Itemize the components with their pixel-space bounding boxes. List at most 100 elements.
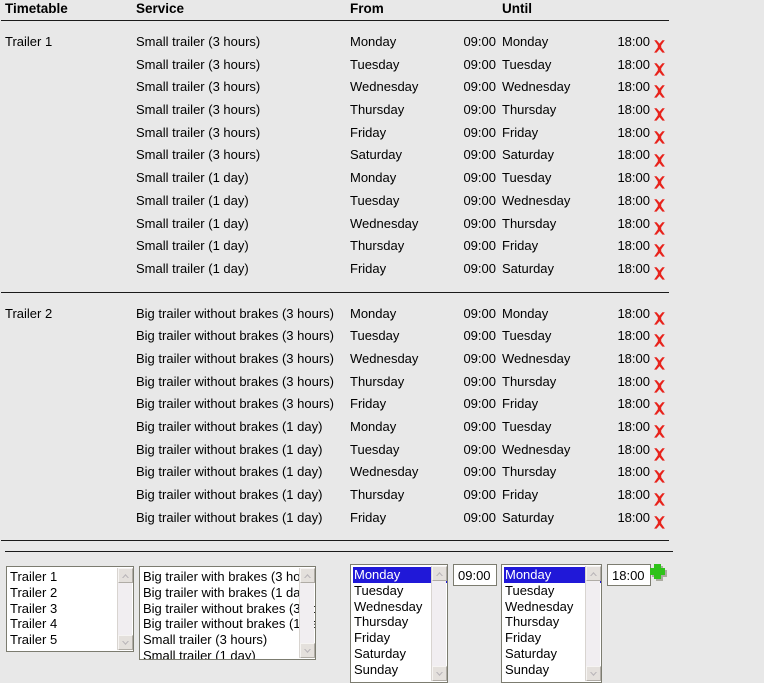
red-x-icon[interactable]: [652, 356, 667, 371]
from-day: Tuesday: [350, 328, 400, 344]
service-name: Big trailer without brakes (3 hours): [136, 305, 334, 321]
service-name: Big trailer without brakes (3 hours): [136, 350, 334, 366]
from-time: 09:00: [463, 102, 496, 118]
red-x-icon[interactable]: [652, 39, 667, 54]
red-x-icon[interactable]: [652, 175, 667, 190]
red-x-icon[interactable]: [652, 62, 667, 77]
red-x-icon[interactable]: [652, 198, 667, 213]
table-row: Big trailer without brakes (3 hours) Tues…: [0, 325, 764, 348]
service-name: Big trailer without brakes (1 day): [136, 509, 323, 525]
until-day: Friday: [502, 238, 539, 254]
from-day: Friday: [350, 260, 387, 276]
red-x-icon[interactable]: [652, 243, 667, 258]
service-listbox[interactable]: Big trailer with brakes (3 hours) Big tra…: [139, 566, 316, 660]
from-day: Wednesday: [350, 350, 419, 366]
service-option[interactable]: Small trailer (3 hours): [142, 632, 315, 648]
from-time: 09:00: [463, 260, 496, 276]
service-listbox-scrollbar[interactable]: [299, 568, 315, 658]
until-time: 18:00: [617, 124, 650, 140]
from-day: Tuesday: [350, 56, 400, 72]
red-x-icon[interactable]: [652, 221, 667, 236]
until-day: Tuesday: [502, 56, 552, 72]
red-x-icon[interactable]: [652, 130, 667, 145]
trailer-option[interactable]: Trailer 3: [9, 601, 133, 617]
service-option[interactable]: Big trailer with brakes (3 hours): [142, 569, 315, 585]
trailer-option[interactable]: Trailer 2: [9, 585, 133, 601]
scroll-down-icon[interactable]: [118, 635, 133, 650]
red-x-icon[interactable]: [652, 515, 667, 530]
red-x-icon[interactable]: [652, 379, 667, 394]
scroll-up-icon[interactable]: [300, 568, 315, 583]
service-option[interactable]: Big trailer with brakes (1 day): [142, 585, 315, 601]
until-day: Tuesday: [502, 419, 552, 434]
table-row: Small trailer (1 day) Monday 09:00 Tuesday 1…: [0, 167, 764, 190]
service-name: Small trailer (3 hours): [136, 34, 261, 49]
scroll-up-icon[interactable]: [432, 566, 447, 581]
delete-row-button[interactable]: [652, 511, 667, 534]
table-row: Big trailer without brakes (3 hours) Wedn…: [0, 348, 764, 371]
service-name: Small trailer (1 day): [136, 170, 249, 186]
until-day: Saturday: [502, 260, 555, 276]
scroll-down-icon[interactable]: [432, 666, 447, 681]
table-row: Trailer 1 Small trailer (3 hours) Monday 09…: [0, 31, 764, 54]
trailer-listbox[interactable]: Trailer 1 Trailer 2 Trailer 3 Trailer 4 Trai…: [6, 566, 134, 652]
red-x-icon[interactable]: [652, 469, 667, 484]
from-day: Wednesday: [350, 215, 419, 231]
scroll-up-icon[interactable]: [586, 566, 601, 581]
trailer-option[interactable]: Trailer 4: [9, 616, 133, 632]
trailer-option[interactable]: Trailer 5: [9, 632, 133, 648]
service-name: Big trailer without brakes (3 hours): [136, 396, 334, 412]
red-x-icon[interactable]: [652, 401, 667, 416]
green-plus-icon[interactable]: [650, 564, 667, 581]
trailer-option[interactable]: Trailer 1: [9, 569, 133, 585]
service-name: Small trailer (1 day): [136, 238, 249, 254]
service-option[interactable]: Big trailer without brakes (3 hours): [142, 601, 315, 617]
from-time-input[interactable]: [453, 564, 497, 586]
from-day-listbox-scrollbar[interactable]: [431, 566, 447, 681]
trailer-listbox-scrollbar[interactable]: [117, 568, 133, 650]
delete-row-button[interactable]: [652, 262, 667, 285]
column-header-service: Service: [136, 1, 185, 16]
until-day: Monday: [502, 34, 549, 49]
from-day: Wednesday: [350, 79, 419, 95]
red-x-icon[interactable]: [652, 447, 667, 462]
from-time: 09:00: [463, 509, 496, 525]
column-header-from: From: [350, 1, 384, 16]
service-name: Small trailer (3 hours): [136, 79, 261, 95]
red-x-icon[interactable]: [652, 107, 667, 122]
from-time: 09:00: [463, 396, 496, 412]
service-name: Big trailer without brakes (1 day): [136, 464, 323, 480]
service-name: Small trailer (1 day): [136, 215, 249, 231]
table-row: Big trailer without brakes (3 hours) Frid…: [0, 393, 764, 416]
until-day: Saturday: [502, 147, 555, 163]
until-day-listbox-scrollbar[interactable]: [585, 566, 601, 681]
timetable-body: Trailer 1 Small trailer (3 hours) Monday 09…: [0, 21, 764, 542]
service-name: Big trailer without brakes (1 day): [136, 441, 323, 457]
red-x-icon[interactable]: [652, 311, 667, 326]
from-time: 09:00: [463, 238, 496, 254]
red-x-icon[interactable]: [652, 84, 667, 99]
until-time: 18:00: [617, 192, 650, 208]
red-x-icon[interactable]: [652, 266, 667, 281]
table-row: Big trailer without brakes (1 day) Thursd…: [0, 484, 764, 507]
from-day: Monday: [350, 34, 397, 49]
red-x-icon[interactable]: [652, 153, 667, 168]
service-option[interactable]: Big trailer without brakes (1 day): [142, 616, 315, 632]
service-option[interactable]: Small trailer (1 day): [142, 648, 315, 659]
red-x-icon[interactable]: [652, 492, 667, 507]
red-x-icon[interactable]: [652, 424, 667, 439]
service-name: Small trailer (1 day): [136, 260, 249, 276]
until-time: 18:00: [617, 373, 650, 389]
until-day: Friday: [502, 124, 539, 140]
until-time-input[interactable]: [607, 564, 651, 586]
until-day: Friday: [502, 487, 539, 503]
scroll-down-icon[interactable]: [300, 643, 315, 658]
scroll-up-icon[interactable]: [118, 568, 133, 583]
until-day: Saturday: [502, 509, 555, 525]
table-row: Small trailer (1 day) Wednesday 09:00 Thurs…: [0, 213, 764, 236]
from-day-listbox[interactable]: Monday Tuesday Wednesday Thursday Friday Satu…: [350, 564, 448, 683]
scroll-down-icon[interactable]: [586, 666, 601, 681]
red-x-icon[interactable]: [652, 333, 667, 348]
until-day-listbox[interactable]: Monday Tuesday Wednesday Thursday Friday Satu…: [501, 564, 602, 683]
